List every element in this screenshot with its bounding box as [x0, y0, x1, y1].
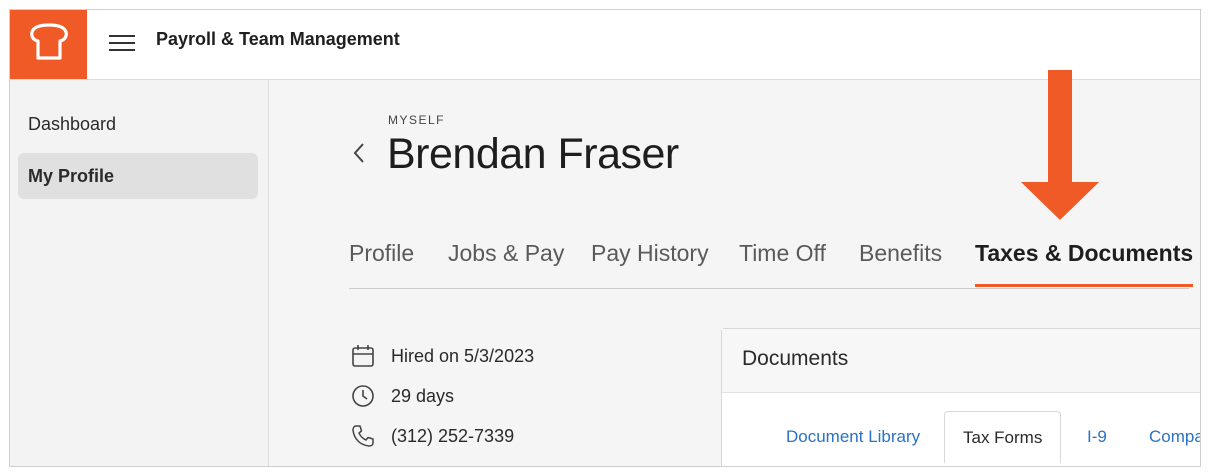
- doc-tab-company[interactable]: Compa: [1149, 411, 1200, 463]
- back-button[interactable]: [347, 140, 371, 170]
- tab-benefits[interactable]: Benefits: [859, 230, 942, 287]
- tenure-row: 29 days: [349, 382, 454, 410]
- documents-card-header: Documents: [722, 329, 1200, 393]
- page-title: Brendan Fraser: [387, 130, 679, 178]
- doc-tab-document-library[interactable]: Document Library: [786, 411, 920, 463]
- hire-date-text: Hired on 5/3/2023: [391, 345, 535, 366]
- doc-tab-i9[interactable]: I-9: [1087, 411, 1107, 463]
- sidebar: Dashboard My Profile: [10, 80, 269, 466]
- documents-title: Documents: [742, 347, 849, 370]
- phone-text: (312) 252-7339: [391, 425, 515, 446]
- calendar-icon: [349, 342, 377, 370]
- phone-row: (312) 252-7339: [349, 422, 514, 450]
- tab-time-off[interactable]: Time Off: [739, 230, 826, 287]
- documents-card: Documents Document Library Tax Forms I-9…: [721, 328, 1200, 466]
- hamburger-menu-icon: [109, 33, 135, 58]
- sidebar-item-my-profile[interactable]: My Profile: [18, 153, 258, 199]
- clock-icon: [349, 382, 377, 410]
- sidebar-item-dashboard[interactable]: Dashboard: [18, 101, 258, 147]
- tab-pay-history[interactable]: Pay History: [591, 230, 709, 287]
- profile-kicker: MYSELF: [388, 113, 446, 127]
- doc-tab-tax-forms[interactable]: Tax Forms: [944, 411, 1062, 463]
- tab-jobs-pay[interactable]: Jobs & Pay: [448, 230, 564, 287]
- tab-profile[interactable]: Profile: [349, 230, 414, 287]
- profile-tabs: Profile Jobs & Pay Pay History Time Off …: [349, 230, 1194, 289]
- chevron-left-icon: [352, 142, 366, 169]
- phone-icon: [349, 422, 377, 450]
- tab-taxes-documents[interactable]: Taxes & Documents: [975, 230, 1194, 287]
- main-menu-button[interactable]: [107, 30, 137, 60]
- profile-main: MYSELF Brendan Fraser Profile Jobs & Pay…: [269, 70, 1200, 466]
- toast-logo-icon: [29, 23, 69, 66]
- app-title: Payroll & Team Management: [156, 29, 400, 49]
- hire-date-row: Hired on 5/3/2023: [349, 342, 534, 370]
- app-window: Payroll & Team Management Dashboard My P…: [10, 10, 1200, 466]
- callout-arrow: [1021, 70, 1099, 220]
- tenure-text: 29 days: [391, 385, 455, 406]
- brand-logo[interactable]: [10, 10, 87, 79]
